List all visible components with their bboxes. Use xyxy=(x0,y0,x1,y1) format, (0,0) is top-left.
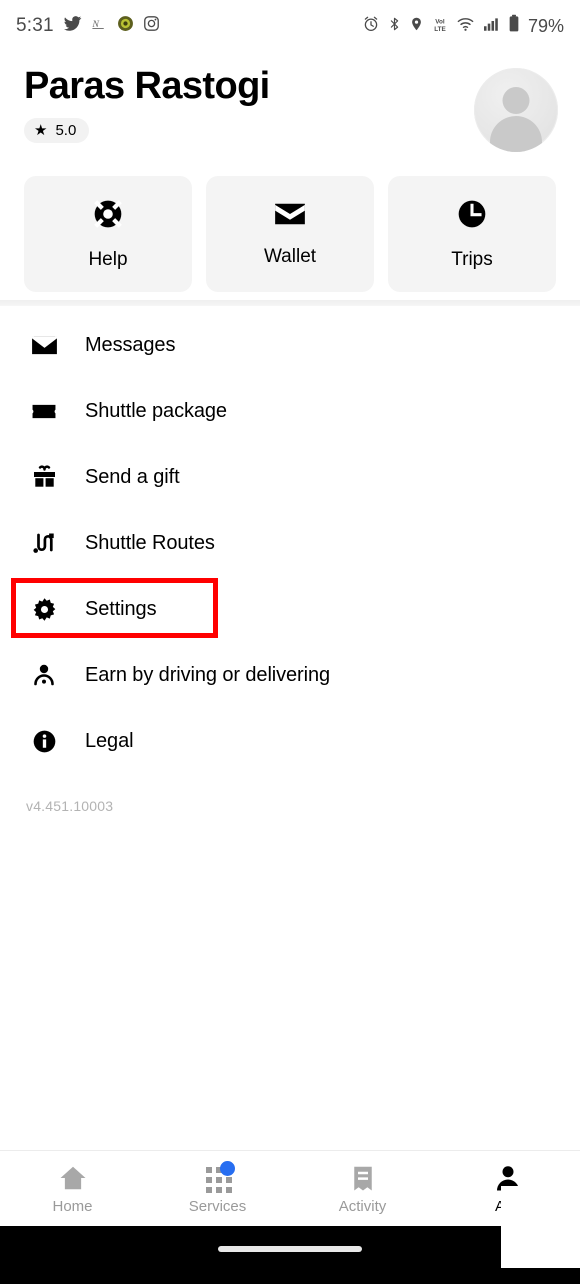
quick-action-label: Wallet xyxy=(263,245,317,267)
avatar-head-shape xyxy=(502,87,530,114)
status-bar-clock: 5:31 xyxy=(16,15,54,36)
quick-action-label: Help xyxy=(88,248,128,270)
lifebuoy-icon xyxy=(92,198,124,235)
signal-icon xyxy=(482,15,501,38)
quick-actions-row: Help Wallet Trips xyxy=(0,152,580,292)
nav-item-home[interactable]: Home xyxy=(0,1163,145,1215)
avatar[interactable] xyxy=(474,68,558,152)
nav-item-label: Home xyxy=(52,1197,93,1215)
avatar-body-shape xyxy=(490,116,542,152)
services-badge-dot xyxy=(219,1160,235,1176)
home-icon xyxy=(58,1163,88,1193)
status-bar: 5:31 N Vol LTE 79% xyxy=(0,0,580,52)
info-icon xyxy=(26,729,62,754)
app-badge-icon xyxy=(117,15,134,37)
news-icon: N xyxy=(91,15,108,37)
status-bar-right: Vol LTE 79% xyxy=(362,14,564,38)
menu-item-messages[interactable]: Messages xyxy=(0,312,580,378)
quick-action-label: Trips xyxy=(451,248,493,270)
menu-item-label: Messages xyxy=(85,333,176,356)
battery-percent-label: 79% xyxy=(527,15,564,36)
rating-value: 5.0 xyxy=(55,122,77,140)
svg-text:LTE: LTE xyxy=(434,25,446,32)
page-title: Paras Rastogi xyxy=(24,65,270,107)
receipt-icon xyxy=(348,1163,378,1193)
volte-icon: Vol LTE xyxy=(431,15,449,38)
menu-item-label: Send a gift xyxy=(85,465,180,488)
system-gesture-area xyxy=(0,1226,580,1284)
account-menu-list: Messages Shuttle package Send a gift Shu… xyxy=(0,312,580,815)
menu-item-shuttle-package[interactable]: Shuttle package xyxy=(0,378,580,444)
bluetooth-icon xyxy=(387,15,402,38)
home-gesture-pill[interactable] xyxy=(218,1246,362,1252)
menu-item-settings[interactable]: Settings xyxy=(0,576,580,642)
gear-icon xyxy=(26,597,62,622)
account-header: Paras Rastogi ★ 5.0 Help Wallet Trips xyxy=(0,52,580,292)
route-icon xyxy=(26,531,62,555)
star-icon: ★ xyxy=(34,122,48,140)
envelope-icon xyxy=(26,335,62,356)
menu-item-label: Legal xyxy=(85,729,134,752)
instagram-icon xyxy=(143,15,160,37)
quick-action-help[interactable]: Help xyxy=(24,176,192,292)
menu-item-earn-by-driving[interactable]: Earn by driving or delivering xyxy=(0,642,580,708)
location-icon xyxy=(409,15,424,38)
quick-action-trips[interactable]: Trips xyxy=(388,176,556,292)
menu-item-label: Earn by driving or delivering xyxy=(85,663,331,686)
nav-item-label: Services xyxy=(188,1197,247,1215)
phone-screen: 5:31 N Vol LTE 79% Paras Rastogi ★ 5.0 H… xyxy=(0,0,580,1284)
wallet-icon xyxy=(274,201,306,232)
menu-item-label: Settings xyxy=(85,597,157,620)
gift-icon xyxy=(26,465,62,489)
rating-badge: ★ 5.0 xyxy=(24,118,90,144)
menu-item-legal[interactable]: Legal xyxy=(0,708,580,774)
grid-icon xyxy=(203,1160,235,1193)
menu-item-label: Shuttle Routes xyxy=(85,531,215,554)
clock-icon xyxy=(456,198,488,235)
menu-item-send-a-gift[interactable]: Send a gift xyxy=(0,444,580,510)
status-bar-left: 5:31 N xyxy=(16,14,160,38)
menu-item-shuttle-routes[interactable]: Shuttle Routes xyxy=(0,510,580,576)
quick-action-wallet[interactable]: Wallet xyxy=(206,176,374,292)
battery-icon xyxy=(508,14,520,38)
screenshot-white-occlusion xyxy=(501,1186,580,1268)
person-icon xyxy=(26,663,62,687)
ticket-icon xyxy=(26,401,62,422)
menu-item-label: Shuttle package xyxy=(85,399,227,422)
nav-item-label: Activity xyxy=(338,1197,387,1215)
alarm-icon xyxy=(362,15,380,38)
bottom-navigation-bar: Home Services Activity xyxy=(0,1150,580,1226)
section-divider xyxy=(0,300,580,306)
app-version-label: v4.451.10003 xyxy=(26,798,114,814)
svg-text:Vol: Vol xyxy=(435,18,445,25)
nav-item-activity[interactable]: Activity xyxy=(290,1163,435,1215)
twitter-icon xyxy=(63,14,82,38)
wifi-icon xyxy=(456,15,475,38)
nav-item-services[interactable]: Services xyxy=(145,1160,290,1215)
